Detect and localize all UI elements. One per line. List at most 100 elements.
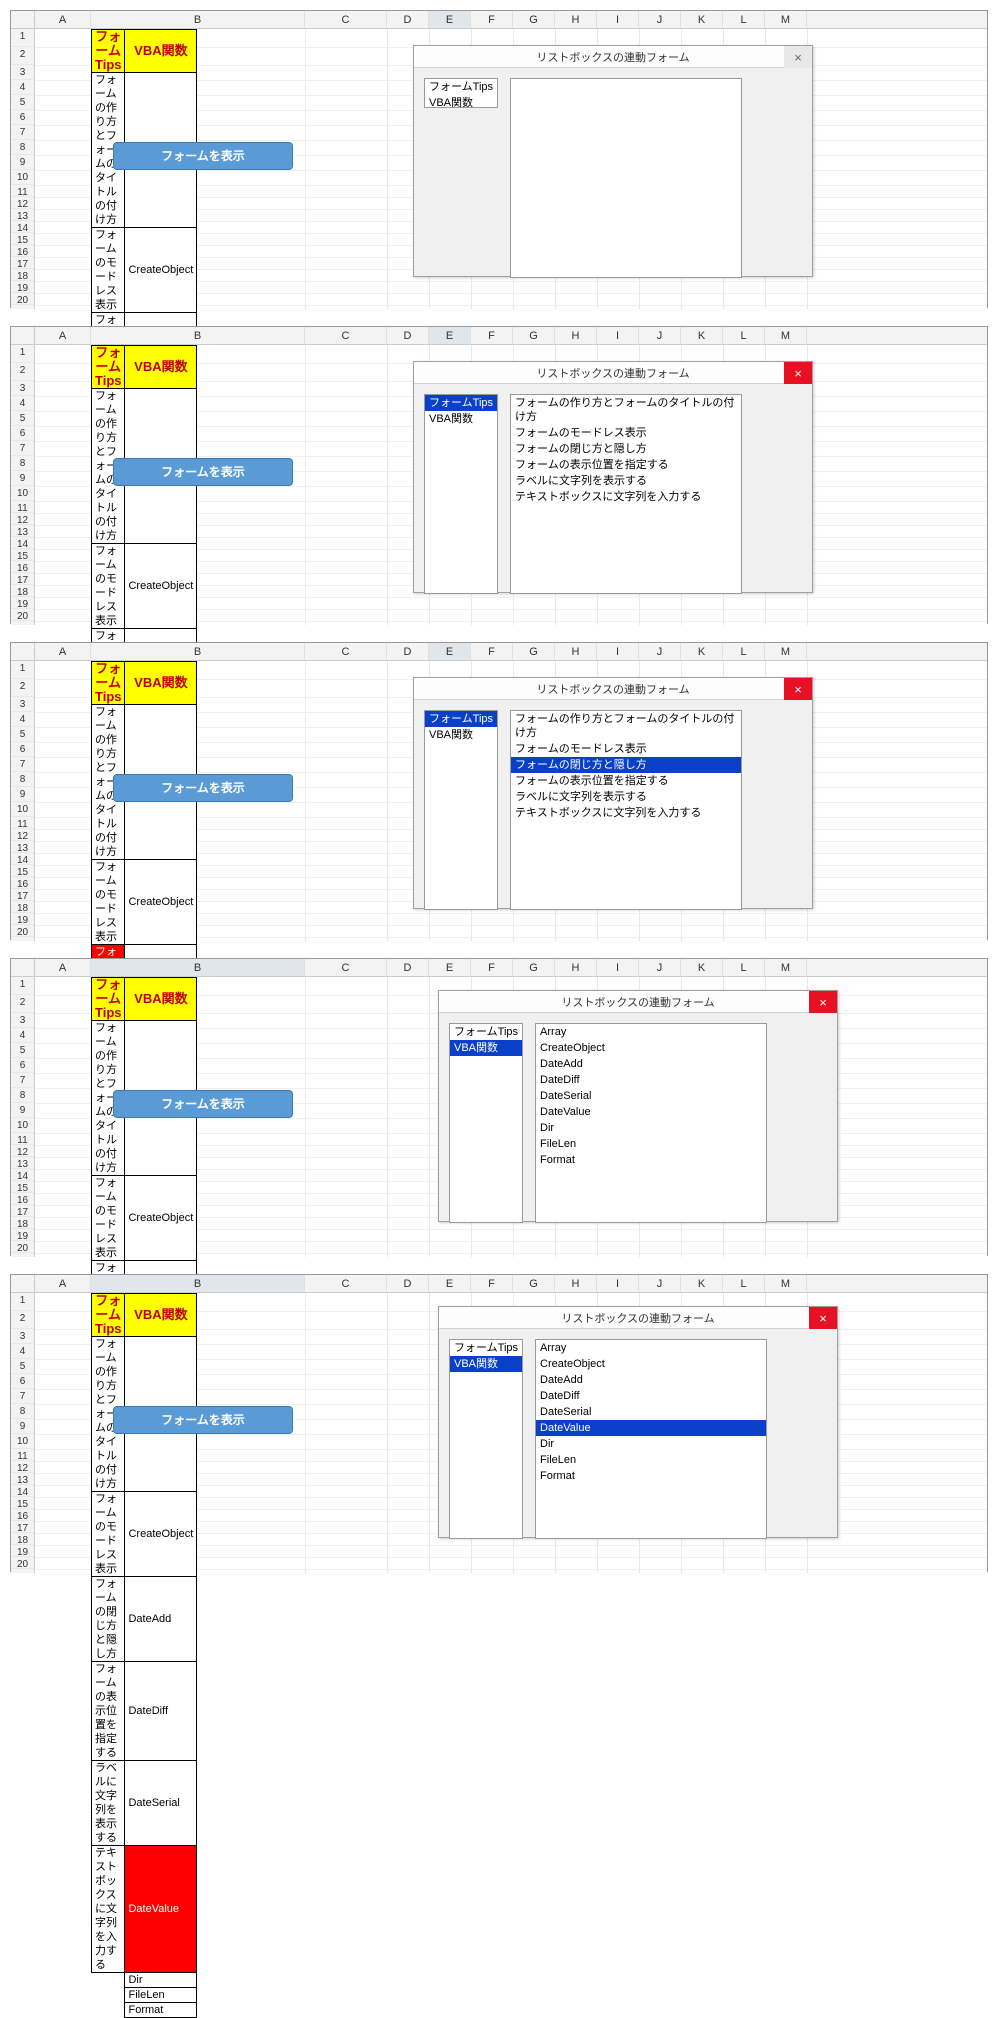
listbox-category-item-1[interactable]: VBA関数 [450, 1356, 522, 1372]
row-header-5[interactable]: 5 [11, 727, 34, 742]
listbox-detail-item-4[interactable]: DateSerial [536, 1404, 766, 1420]
row-header-4[interactable]: 4 [11, 80, 34, 95]
col-header-C[interactable]: C [305, 327, 387, 344]
row-header-16[interactable]: 16 [11, 1193, 34, 1205]
row-header-12[interactable]: 12 [11, 197, 34, 209]
listbox-category-item-1[interactable]: VBA関数 [425, 411, 497, 427]
col-header-I[interactable]: I [597, 1275, 639, 1292]
row-header-10[interactable]: 10 [11, 170, 34, 185]
cell-vba-5[interactable]: DateValue [125, 1846, 197, 1973]
row-header-13[interactable]: 13 [11, 1473, 34, 1485]
col-header-M[interactable]: M [765, 643, 807, 660]
show-form-button[interactable]: フォームを表示 [113, 458, 293, 486]
row-header-2[interactable]: 2 [11, 679, 34, 697]
row-header-7[interactable]: 7 [11, 1389, 34, 1404]
cell-vba-7[interactable]: FileLen [125, 1988, 197, 2003]
col-header-F[interactable]: F [471, 11, 513, 28]
listbox-detail-item-5[interactable]: DateValue [536, 1104, 766, 1120]
row-header-11[interactable]: 11 [11, 185, 34, 197]
row-header-20[interactable]: 20 [11, 1241, 34, 1253]
listbox-detail-item-2[interactable]: フォームの閉じ方と隠し方 [511, 757, 741, 773]
row-header-18[interactable]: 18 [11, 901, 34, 913]
cell-vba-1[interactable]: CreateObject [125, 860, 197, 945]
row-header-8[interactable]: 8 [11, 1088, 34, 1103]
col-header-J[interactable]: J [639, 1275, 681, 1292]
grid-area[interactable]: フォームTipsVBA関数フォームの作り方とフォームのタイトルの付け方Array… [35, 345, 987, 625]
show-form-button[interactable]: フォームを表示 [113, 774, 293, 802]
col-header-D[interactable]: D [387, 959, 429, 976]
row-header-11[interactable]: 11 [11, 817, 34, 829]
row-header-19[interactable]: 19 [11, 1545, 34, 1557]
row-header-20[interactable]: 20 [11, 609, 34, 621]
row-header-17[interactable]: 17 [11, 573, 34, 585]
col-header-L[interactable]: L [723, 643, 765, 660]
row-header-3[interactable]: 3 [11, 1013, 34, 1028]
row-header-15[interactable]: 15 [11, 1497, 34, 1509]
listbox-category-item-1[interactable]: VBA関数 [425, 727, 497, 743]
row-header-17[interactable]: 17 [11, 889, 34, 901]
row-header-14[interactable]: 14 [11, 537, 34, 549]
listbox-detail-item-6[interactable]: Dir [536, 1120, 766, 1136]
row-header-16[interactable]: 16 [11, 1509, 34, 1521]
listbox-detail-item-0[interactable]: フォームの作り方とフォームのタイトルの付け方 [511, 711, 741, 741]
col-header-M[interactable]: M [765, 959, 807, 976]
row-header-11[interactable]: 11 [11, 1449, 34, 1461]
col-header-B[interactable]: B [91, 643, 305, 660]
col-header-F[interactable]: F [471, 959, 513, 976]
row-header-20[interactable]: 20 [11, 925, 34, 937]
close-button[interactable]: × [784, 678, 812, 700]
row-header-7[interactable]: 7 [11, 125, 34, 140]
userform[interactable]: リストボックスの連動フォーム×フォームTipsVBA関数 [413, 45, 813, 277]
col-header-A[interactable]: A [35, 959, 91, 976]
row-header-1[interactable]: 1 [11, 977, 34, 995]
row-header-19[interactable]: 19 [11, 913, 34, 925]
row-header-8[interactable]: 8 [11, 456, 34, 471]
userform-titlebar[interactable]: リストボックスの連動フォーム× [414, 678, 812, 700]
select-all-corner[interactable] [11, 11, 35, 28]
userform-titlebar[interactable]: リストボックスの連動フォーム× [414, 46, 812, 68]
listbox-detail-item-5[interactable]: DateValue [536, 1420, 766, 1436]
listbox-detail-item-1[interactable]: フォームのモードレス表示 [511, 425, 741, 441]
listbox-detail-item-8[interactable]: Format [536, 1468, 766, 1484]
col-header-D[interactable]: D [387, 1275, 429, 1292]
row-header-2[interactable]: 2 [11, 995, 34, 1013]
cell-vba-1[interactable]: CreateObject [125, 544, 197, 629]
col-header-J[interactable]: J [639, 11, 681, 28]
col-header-G[interactable]: G [513, 327, 555, 344]
listbox-detail-item-0[interactable]: Array [536, 1340, 766, 1356]
col-header-G[interactable]: G [513, 959, 555, 976]
listbox-detail[interactable]: ArrayCreateObjectDateAddDateDiffDateSeri… [535, 1023, 767, 1223]
row-header-3[interactable]: 3 [11, 381, 34, 396]
col-header-K[interactable]: K [681, 959, 723, 976]
col-header-J[interactable]: J [639, 643, 681, 660]
row-header-12[interactable]: 12 [11, 1145, 34, 1157]
row-header-10[interactable]: 10 [11, 1118, 34, 1133]
show-form-button[interactable]: フォームを表示 [113, 1090, 293, 1118]
cell-tips-1[interactable]: フォームのモードレス表示 [92, 1492, 125, 1577]
cell-vba-6[interactable]: Dir [125, 1973, 197, 1988]
cell-tips-1[interactable]: フォームのモードレス表示 [92, 544, 125, 629]
row-header-9[interactable]: 9 [11, 155, 34, 170]
col-header-L[interactable]: L [723, 327, 765, 344]
row-header-5[interactable]: 5 [11, 95, 34, 110]
cell-vba-8[interactable]: Format [125, 2003, 197, 2018]
row-header-14[interactable]: 14 [11, 221, 34, 233]
row-header-1[interactable]: 1 [11, 345, 34, 363]
row-header-17[interactable]: 17 [11, 1205, 34, 1217]
col-header-F[interactable]: F [471, 1275, 513, 1292]
select-all-corner[interactable] [11, 959, 35, 976]
row-header-18[interactable]: 18 [11, 1533, 34, 1545]
col-header-A[interactable]: A [35, 11, 91, 28]
row-header-20[interactable]: 20 [11, 293, 34, 305]
cell-vba-4[interactable]: DateSerial [125, 1761, 197, 1846]
userform[interactable]: リストボックスの連動フォーム×フォームTipsVBA関数ArrayCreateO… [438, 990, 838, 1222]
listbox-detail-item-4[interactable]: ラベルに文字列を表示する [511, 473, 741, 489]
listbox-detail[interactable]: フォームの作り方とフォームのタイトルの付け方フォームのモードレス表示フォームの閉… [510, 710, 742, 910]
col-header-H[interactable]: H [555, 959, 597, 976]
row-header-13[interactable]: 13 [11, 1157, 34, 1169]
row-header-12[interactable]: 12 [11, 1461, 34, 1473]
listbox-detail-item-8[interactable]: Format [536, 1152, 766, 1168]
userform[interactable]: リストボックスの連動フォーム×フォームTipsVBA関数フォームの作り方とフォー… [413, 361, 813, 593]
grid-area[interactable]: フォームTipsVBA関数フォームの作り方とフォームのタイトルの付け方Array… [35, 29, 987, 309]
listbox-detail-item-4[interactable]: DateSerial [536, 1088, 766, 1104]
